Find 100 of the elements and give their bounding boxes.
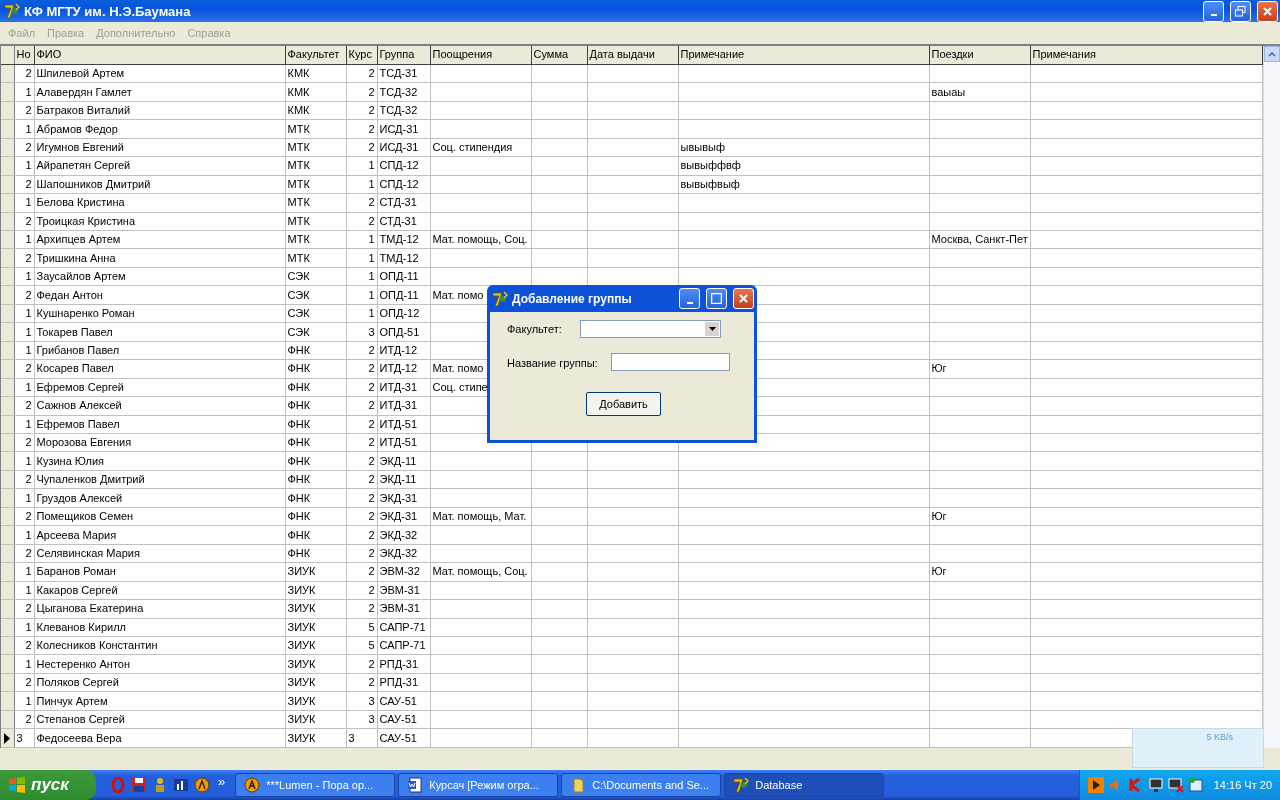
table-cell: 2 <box>368 85 375 98</box>
table-cell: ОПД-11 <box>379 270 419 283</box>
table-cell: ИСД-31 <box>379 122 419 135</box>
group-name-field[interactable] <box>611 353 730 371</box>
table-cell: Мат. помощь, Мат. <box>432 510 527 523</box>
table-cell: Селявинская Мария <box>36 546 140 559</box>
table-cell: Морозова Евгения <box>36 436 132 449</box>
table-cell: Помещиков Семен <box>36 510 134 523</box>
table-cell: ИТД-12 <box>379 362 418 375</box>
table-cell: 2 <box>25 177 32 190</box>
monitor-icon[interactable] <box>1167 777 1184 793</box>
window-icon[interactable] <box>1187 777 1204 793</box>
table-cell: СЭК <box>287 288 310 301</box>
table-cell: Какаров Сергей <box>36 583 118 596</box>
add-button[interactable]: Добавить <box>586 392 661 416</box>
table-cell: МТК <box>287 196 310 209</box>
table-cell: КМК <box>287 67 310 80</box>
table-cell: Айрапетян Сергей <box>36 159 131 172</box>
table-cell: вывыффвф <box>680 159 741 172</box>
restore-button[interactable] <box>1230 0 1251 22</box>
table-cell: 2 <box>25 639 32 652</box>
table-cell: Степанов Сергей <box>36 713 125 726</box>
table-cell: Груздов Алексей <box>36 491 123 504</box>
table-cell: Сажнов Алексей <box>36 399 122 412</box>
maximize-button[interactable] <box>706 288 727 309</box>
table-cell: 2 <box>368 491 375 504</box>
table-cell: Федосеева Вера <box>36 731 122 744</box>
column-header[interactable]: Примечания <box>1032 48 1096 61</box>
table-cell: САУ-51 <box>379 713 417 726</box>
floppy-disk-icon[interactable] <box>131 777 147 793</box>
table-cell: ФНК <box>287 362 311 375</box>
taskbar-button[interactable]: C:\Documents and Se... <box>561 773 722 797</box>
table-cell: 1 <box>368 307 375 320</box>
table-cell: Пинчук Артем <box>36 694 108 707</box>
column-header[interactable]: ФИО <box>36 48 62 61</box>
table-cell: 2 <box>25 473 32 486</box>
scrollbar[interactable] <box>1263 46 1280 748</box>
table-cell: ФНК <box>287 473 311 486</box>
monitor-icon[interactable] <box>1147 777 1164 793</box>
close-button[interactable] <box>1257 0 1278 22</box>
table-cell: 2 <box>368 214 375 227</box>
table-cell: Баранов Роман <box>36 565 116 578</box>
table-cell: Поляков Сергей <box>36 676 119 689</box>
table-cell: 2 <box>25 399 32 412</box>
table-cell: ЗИУК <box>287 583 316 596</box>
table-cell: 1 <box>25 454 32 467</box>
table-cell: Нестеренко Антон <box>36 657 131 670</box>
table-cell: 1 <box>25 325 32 338</box>
table-cell: Юг <box>931 565 947 578</box>
table-cell: Ефремов Павел <box>36 417 120 430</box>
table-cell: Арсеева Мария <box>36 528 117 541</box>
minimize-icon <box>1210 14 1217 16</box>
more-button[interactable]: » <box>218 773 236 797</box>
window-title: КФ МГТУ им. Н.Э.Баумана <box>24 3 192 19</box>
table-cell: РПД-31 <box>379 657 419 670</box>
group-name-label: Название группы: <box>507 357 598 369</box>
table-cell: СЭК <box>287 325 310 338</box>
table-cell: Грибанов Павел <box>36 343 120 356</box>
play-icon[interactable] <box>1087 777 1104 793</box>
chart-icon[interactable] <box>173 777 189 793</box>
document-icon <box>407 777 424 793</box>
column-header[interactable]: Примечание <box>680 48 745 61</box>
table-cell: ТСД-32 <box>379 104 418 117</box>
table-cell: ЗИУК <box>287 694 316 707</box>
table-cell: ТМД-12 <box>379 251 419 264</box>
table-cell: 1 <box>25 583 32 596</box>
table-cell: Клеванов Кирилл <box>36 620 127 633</box>
table-cell: ФНК <box>287 436 311 449</box>
table-cell: СЭК <box>287 307 310 320</box>
table-cell: Соц. стипе <box>432 380 488 393</box>
table-cell: Колесников Константин <box>36 639 158 652</box>
table-cell: 2 <box>25 67 32 80</box>
table-cell: РПД-31 <box>379 676 419 689</box>
table-cell: 2 <box>25 436 32 449</box>
table-cell: 5 <box>368 620 375 633</box>
minimize-button[interactable] <box>679 288 700 309</box>
taskbar-button[interactable]: Курсач [Режим огра... <box>398 773 559 797</box>
table-cell: ЗИУК <box>287 565 316 578</box>
circle-a-icon[interactable] <box>194 777 210 793</box>
table-cell: 3 <box>16 731 23 744</box>
table-cell: Соц. стипендия <box>432 141 513 153</box>
table-cell: Федан Антон <box>36 288 103 301</box>
close-button[interactable] <box>733 288 754 309</box>
table-cell: САПР-71 <box>379 620 426 633</box>
table-cell: КМК <box>287 85 310 98</box>
start-button[interactable]: пуск <box>0 770 96 800</box>
table-cell: 2 <box>368 528 375 541</box>
taskbar-button[interactable]: ***Lumen - Пора ор... <box>235 773 396 797</box>
table-cell: МТК <box>287 233 310 246</box>
table-cell: ТСД-32 <box>379 85 418 98</box>
table-cell: 3 <box>348 731 355 744</box>
table-cell: 1 <box>25 122 32 135</box>
table-cell: 1 <box>368 233 375 246</box>
table-cell: 2 <box>368 565 375 578</box>
minimize-button[interactable] <box>1203 0 1224 22</box>
faculty-dropdown[interactable] <box>580 320 721 338</box>
table-cell: ФНК <box>287 528 311 541</box>
taskbar-button[interactable]: Database <box>724 773 885 797</box>
table-cell: МТК <box>287 214 310 227</box>
table-cell: СТД-31 <box>379 214 417 227</box>
